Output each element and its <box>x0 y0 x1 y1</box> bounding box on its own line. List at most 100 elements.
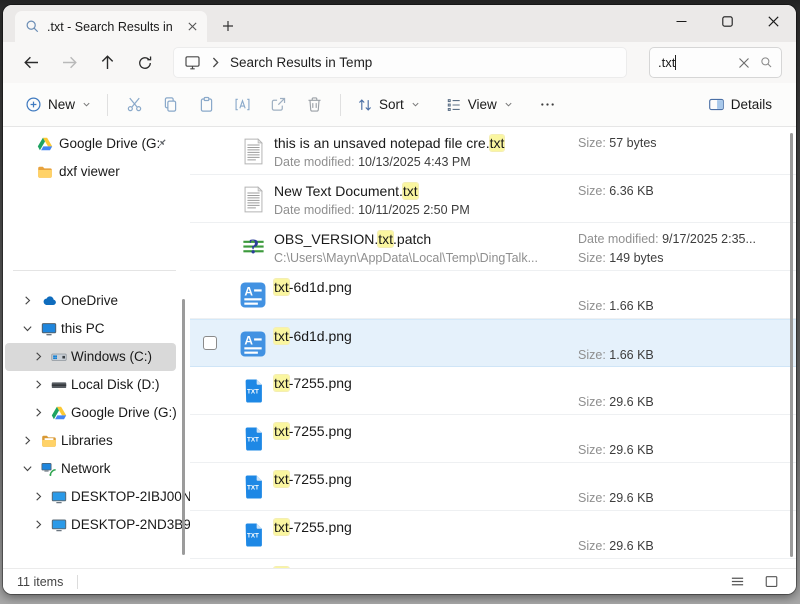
file-right-line2: Size: 1.66 KB <box>578 348 654 362</box>
paste-button[interactable] <box>191 89 221 121</box>
sidebar-item-google-drive-g[interactable]: Google Drive (G: <box>5 130 176 158</box>
svg-text:A: A <box>244 285 253 299</box>
copy-button[interactable] <box>155 89 185 121</box>
sidebar-item-label: Libraries <box>61 433 113 449</box>
clear-search-icon[interactable] <box>738 57 750 69</box>
up-button[interactable] <box>89 47 125 79</box>
file-right-line2: Size: 29.6 KB <box>578 491 654 505</box>
new-button[interactable]: New <box>17 90 99 119</box>
sidebar-item-this-pc[interactable]: this PC <box>5 315 176 343</box>
sidebar-divider <box>13 270 176 271</box>
chevron-right-icon[interactable] <box>33 407 45 419</box>
details-view-icon[interactable] <box>726 572 748 592</box>
sidebar-item-label: dxf viewer <box>59 164 120 180</box>
sidebar-item-google-drive-g[interactable]: Google Drive (G:) <box>5 399 176 427</box>
chevron-down-icon[interactable] <box>22 463 34 475</box>
share-button[interactable] <box>263 89 293 121</box>
chevron-right-icon[interactable] <box>33 351 45 363</box>
toolbar-divider <box>107 94 108 116</box>
large-icons-view-icon[interactable] <box>760 572 782 592</box>
rename-button[interactable] <box>227 89 257 121</box>
explorer-tab[interactable]: .txt - Search Results in T <box>15 11 207 42</box>
file-row[interactable]: TXTtxt-7255.pngSize: 29.6 KB <box>190 559 796 568</box>
tab-bar: .txt - Search Results in T <box>3 5 796 42</box>
view-button[interactable]: View <box>438 91 521 119</box>
view-button-label: View <box>468 97 497 112</box>
row-checkbox[interactable] <box>203 336 217 350</box>
chevron-down-icon <box>411 100 420 109</box>
cut-button[interactable] <box>119 89 149 121</box>
navigation-bar: Search Results in Temp .txt <box>3 42 796 83</box>
sidebar-item-dxf-viewer[interactable]: dxf viewer <box>5 158 176 186</box>
file-right-line2: Size: 29.6 KB <box>578 539 654 553</box>
chevron-down-icon <box>504 100 513 109</box>
file-right-line2: Size: 29.6 KB <box>578 443 654 457</box>
file-row[interactable]: TXTtxt-7255.pngSize: 29.6 KB <box>190 463 796 511</box>
file-name: txt-7255.png <box>274 422 352 441</box>
details-pane-button[interactable]: Details <box>700 90 780 119</box>
address-bar[interactable]: Search Results in Temp <box>173 47 627 78</box>
file-row[interactable]: New Text Document.txtDate modified: 10/1… <box>190 175 796 223</box>
sidebar-item-desktop-2ibj00n[interactable]: DESKTOP-2IBJ00N <box>5 483 176 511</box>
chevron-right-icon[interactable] <box>33 491 45 503</box>
chevron-right-icon[interactable] <box>33 519 45 531</box>
file-row[interactable]: TXTtxt-7255.pngSize: 29.6 KB <box>190 367 796 415</box>
file-row[interactable]: TXTtxt-7255.pngSize: 29.6 KB <box>190 415 796 463</box>
sidebar-scrollbar[interactable] <box>182 299 185 555</box>
sidebar-item-onedrive[interactable]: OneDrive <box>5 287 176 315</box>
sidebar-item-label: Network <box>61 461 111 477</box>
sidebar-item-desktop-2nd3b9[interactable]: DESKTOP-2ND3B9 <box>5 511 176 539</box>
breadcrumb-chevron-icon[interactable] <box>211 56 220 69</box>
command-toolbar: New Sort <box>3 83 796 127</box>
file-row[interactable]: TXT txt-7255.png Size: 29.6 KB <box>190 511 796 559</box>
back-button[interactable] <box>13 47 49 79</box>
search-box[interactable]: .txt <box>649 47 782 78</box>
sort-arrows-icon <box>357 97 373 113</box>
maximize-button[interactable] <box>704 5 750 38</box>
file-row[interactable]: Atxt-6d1d.pngSize: 1.66 KB <box>190 319 796 367</box>
search-value: .txt <box>658 55 675 70</box>
chevron-down-icon[interactable] <box>22 323 34 335</box>
close-button[interactable] <box>750 5 796 38</box>
tab-close-icon[interactable] <box>183 18 201 36</box>
file-row[interactable]: Atxt-6d1d.pngSize: 1.66 KB <box>190 271 796 319</box>
sidebar-item-label: DESKTOP-2ND3B9 <box>71 517 190 533</box>
sort-button[interactable]: Sort <box>349 91 428 119</box>
file-row[interactable]: this is an unsaved notepad file cre.txtD… <box>190 127 796 175</box>
file-name: txt-6d1d.png <box>274 278 352 297</box>
file-list-scrollbar[interactable] <box>790 133 793 557</box>
chevron-down-icon <box>82 100 91 109</box>
file-name: New Text Document.txt <box>274 182 418 201</box>
new-tab-button[interactable] <box>215 13 241 39</box>
chevron-right-icon[interactable] <box>22 435 34 447</box>
file-row[interactable]: ?OBS_VERSION.txt.patch C:\Users\Mayn\App… <box>190 223 796 271</box>
txt-image-icon: TXT <box>239 521 267 549</box>
file-name: txt-7255.png <box>274 518 352 537</box>
sidebar-item-network[interactable]: Network <box>5 455 176 483</box>
txt-image-icon: TXT <box>239 473 267 501</box>
chevron-right-icon[interactable] <box>33 379 45 391</box>
forward-button[interactable] <box>51 47 87 79</box>
item-count: 11 items <box>17 575 63 589</box>
file-right-line1: Size: 6.36 KB <box>578 184 654 198</box>
sidebar-item-windows-c[interactable]: Windows (C:) <box>5 343 176 371</box>
more-options-button[interactable] <box>533 89 563 121</box>
google-drive-icon <box>51 405 67 421</box>
minimize-button[interactable] <box>658 5 704 38</box>
search-submit-icon[interactable] <box>760 56 773 69</box>
toolbar-divider <box>340 94 341 116</box>
svg-text:TXT: TXT <box>246 485 258 492</box>
sidebar-item-libraries[interactable]: Libraries <box>5 427 176 455</box>
google-drive-icon <box>37 136 53 152</box>
image-a-icon: A <box>239 330 267 358</box>
breadcrumb-path[interactable]: Search Results in Temp <box>230 55 372 70</box>
chevron-right-icon[interactable] <box>22 295 34 307</box>
notepad-file-icon <box>239 137 267 165</box>
delete-button[interactable] <box>299 89 329 121</box>
svg-text:?: ? <box>248 234 259 258</box>
image-a-icon: A <box>239 281 267 309</box>
file-right-line2: Size: 29.6 KB <box>578 395 654 409</box>
sidebar-item-local-disk-d[interactable]: Local Disk (D:) <box>5 371 176 399</box>
sidebar-item-label: Windows (C:) <box>71 349 152 365</box>
refresh-button[interactable] <box>127 47 163 79</box>
